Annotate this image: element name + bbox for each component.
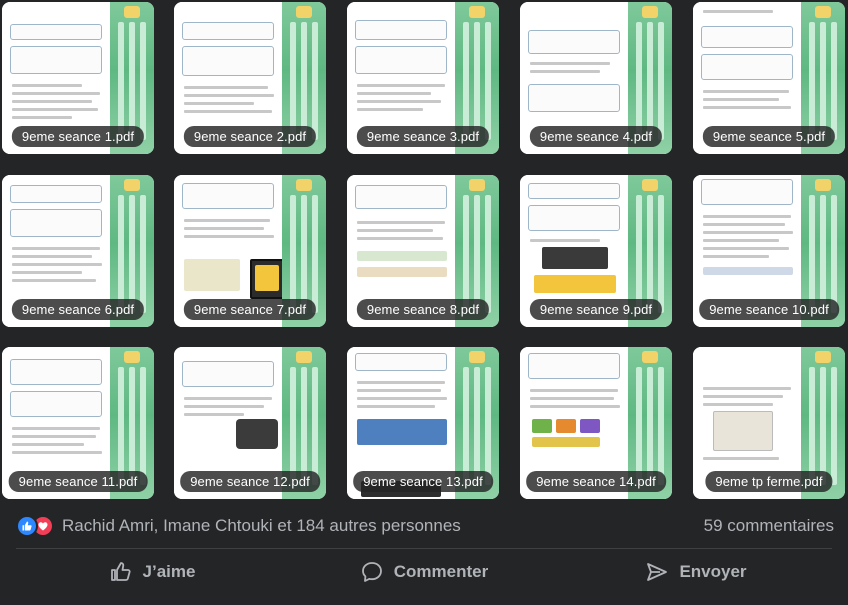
attachment-filename: 9eme seance 3.pdf — [356, 126, 490, 147]
send-button[interactable]: Envoyer — [560, 552, 832, 592]
pdf-thumbnail[interactable]: 9eme tp ferme.pdf — [693, 347, 845, 499]
attachment-filename: 9eme seance 9.pdf — [529, 299, 663, 320]
comment-icon — [361, 562, 382, 582]
pdf-thumbnail[interactable]: 9eme seance 13.pdf — [347, 347, 499, 499]
attachment-filename: 9eme seance 5.pdf — [702, 126, 836, 147]
attachment-filename: 9eme seance 12.pdf — [180, 471, 320, 492]
attachment-filename: 9eme tp ferme.pdf — [705, 471, 833, 492]
pdf-thumbnail[interactable]: 9eme seance 8.pdf — [347, 175, 499, 327]
pdf-thumbnail[interactable]: 9eme seance 11.pdf — [2, 347, 154, 499]
attachment-filename: 9eme seance 4.pdf — [529, 126, 663, 147]
send-label: Envoyer — [679, 562, 747, 581]
like-button[interactable]: J’aime — [16, 552, 288, 592]
pdf-thumbnail[interactable]: 9eme seance 9.pdf — [520, 175, 672, 327]
attachment-filename: 9eme seance 11.pdf — [8, 471, 148, 492]
pdf-thumbnail[interactable]: 9eme seance 2.pdf — [174, 2, 326, 154]
pdf-thumbnail[interactable]: 9eme seance 4.pdf — [520, 2, 672, 154]
attachment-filename: 9eme seance 1.pdf — [11, 126, 145, 147]
pdf-thumbnail[interactable]: 9eme seance 3.pdf — [347, 2, 499, 154]
attachment-filename: 9eme seance 10.pdf — [699, 299, 839, 320]
divider — [16, 548, 832, 549]
pdf-thumbnail[interactable]: 9eme seance 7.pdf — [174, 175, 326, 327]
reactors-text[interactable]: Rachid Amri, Imane Chtouki et 184 autres… — [62, 516, 461, 536]
pdf-thumbnail[interactable]: 9eme seance 10.pdf — [693, 175, 845, 327]
attachment-filename: 9eme seance 13.pdf — [353, 471, 493, 492]
comments-count[interactable]: 59 commentaires — [704, 516, 834, 536]
like-icon — [16, 515, 38, 537]
comment-label: Commenter — [393, 562, 489, 581]
attachment-filename: 9eme seance 2.pdf — [183, 126, 317, 147]
comment-button[interactable]: Commenter — [288, 552, 560, 592]
pdf-thumbnail[interactable]: 9eme seance 14.pdf — [520, 347, 672, 499]
pdf-thumbnail[interactable]: 9eme seance 1.pdf — [2, 2, 154, 154]
like-label: J’aime — [142, 562, 196, 581]
attachment-filename: 9eme seance 7.pdf — [183, 299, 317, 320]
phone-image — [250, 259, 284, 299]
post-action-bar: J’aime Commenter Envoyer — [16, 552, 832, 592]
pdf-thumbnail[interactable]: 9eme seance 5.pdf — [693, 2, 845, 154]
thumbs-up-icon — [110, 562, 131, 581]
reaction-summary[interactable]: Rachid Amri, Imane Chtouki et 184 autres… — [16, 514, 461, 538]
pdf-thumbnail[interactable]: 9eme seance 6.pdf — [2, 175, 154, 327]
attachment-filename: 9eme seance 6.pdf — [11, 299, 145, 320]
attachment-filename: 9eme seance 14.pdf — [526, 471, 666, 492]
attachment-filename: 9eme seance 8.pdf — [356, 299, 490, 320]
pdf-thumbnail[interactable]: 9eme seance 12.pdf — [174, 347, 326, 499]
send-icon — [647, 563, 668, 581]
attachment-grid: 9eme seance 1.pdf 9eme seance 2.pdf 9eme… — [0, 0, 848, 500]
